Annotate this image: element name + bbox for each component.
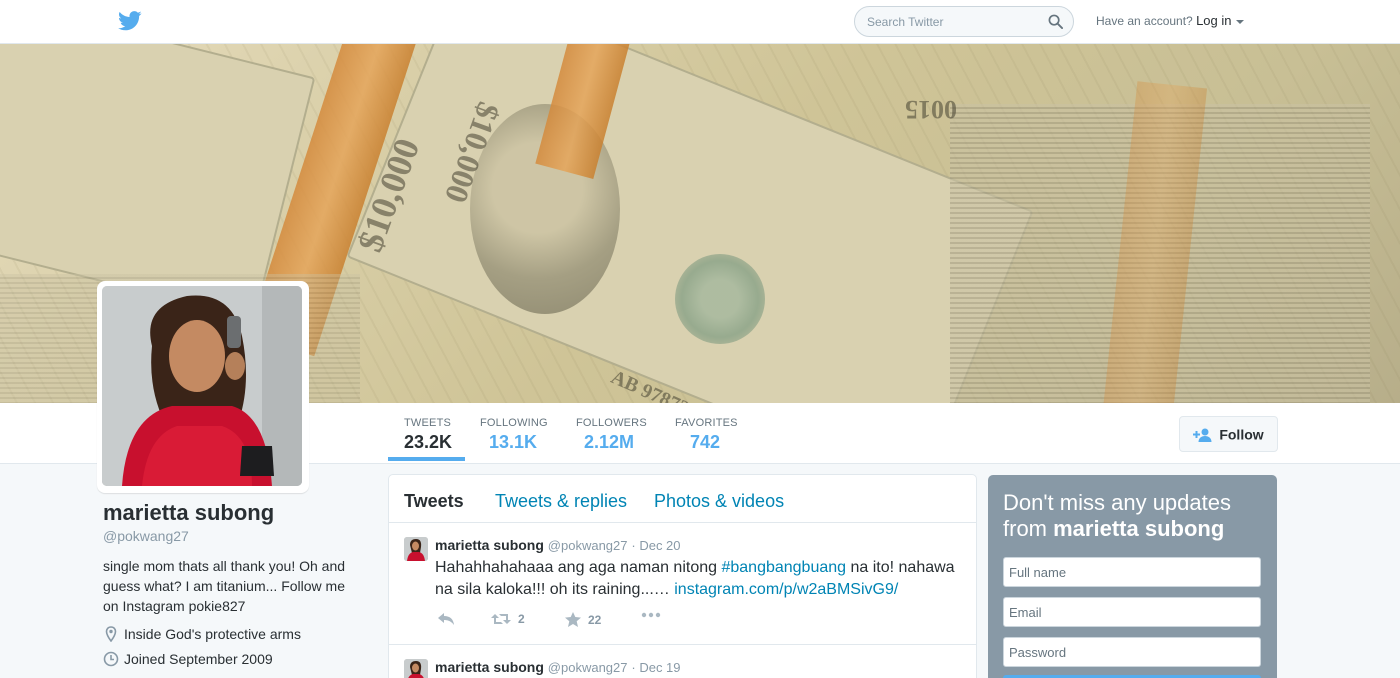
tweet-item[interactable]: marietta subong @pokwang27 · Dec 20 Haha… xyxy=(389,523,976,645)
stat-value: 742 xyxy=(690,432,721,452)
favorite-star-icon xyxy=(565,612,581,627)
tweet-item[interactable]: marietta subong @pokwang27 · Dec 19 xyxy=(389,645,976,678)
stat-value: 13.1K xyxy=(489,432,538,452)
clock-icon xyxy=(103,651,119,667)
more-action[interactable] xyxy=(641,612,668,618)
favorite-action[interactable]: 22 xyxy=(565,612,601,627)
twitter-bird-icon[interactable] xyxy=(118,10,142,32)
tweet-author-name[interactable]: marietta subong xyxy=(435,659,544,675)
stat-label: FOLLOWING xyxy=(480,417,548,429)
search-input[interactable] xyxy=(855,7,1035,36)
retweet-icon xyxy=(491,614,511,624)
tweet-author-handle[interactable]: @pokwang27 xyxy=(548,538,628,553)
profile-location-text: Inside God's protective arms xyxy=(124,626,301,642)
profile-handle[interactable]: @pokwang27 xyxy=(103,528,363,544)
retweet-action[interactable]: 2 xyxy=(491,612,525,626)
profile-name[interactable]: marietta subong xyxy=(103,500,363,526)
profile-card: marietta subong @pokwang27 single mom th… xyxy=(103,500,363,667)
profile-location: Inside God's protective arms xyxy=(103,626,363,642)
tweet-date[interactable]: · Dec 19 xyxy=(631,660,680,675)
search-icon[interactable] xyxy=(1048,14,1063,29)
stat-label: TWEETS xyxy=(404,417,452,429)
follow-button[interactable]: Follow xyxy=(1179,416,1278,452)
profile-avatar[interactable] xyxy=(97,281,309,493)
tweet-date[interactable]: · Dec 20 xyxy=(631,538,680,553)
stat-value: 2.12M xyxy=(584,432,635,452)
tweet-author-handle[interactable]: @pokwang27 xyxy=(548,660,628,675)
tweet-avatar-illustration xyxy=(404,659,428,678)
reply-icon xyxy=(438,613,454,625)
tweet-text-part: Hahahhahahaaa ang aga naman nitong xyxy=(435,559,722,576)
stat-favorites[interactable]: FAVORITES 742 xyxy=(675,417,738,453)
login-link[interactable]: Log in xyxy=(1196,13,1231,28)
banner-denomination-text: 0015 xyxy=(905,95,957,124)
stat-label: FOLLOWERS xyxy=(576,417,647,429)
reply-action[interactable] xyxy=(437,612,462,626)
avatar-illustration xyxy=(102,286,302,486)
tweet-avatar-illustration xyxy=(404,537,428,561)
profile-joined: Joined September 2009 xyxy=(103,651,363,667)
tweet-header: marietta subong @pokwang27 · Dec 19 xyxy=(435,659,681,675)
follow-button-label: Follow xyxy=(1219,426,1264,443)
tweet-header: marietta subong @pokwang27 · Dec 20 xyxy=(435,537,681,553)
active-stat-underline xyxy=(388,457,465,461)
tweet-avatar[interactable] xyxy=(404,659,428,678)
account-prompt: Have an account? xyxy=(1096,14,1193,28)
signup-heading: Don't miss any updates from marietta sub… xyxy=(1003,490,1262,542)
tweet-text: Hahahhahahaaa ang aga naman nitong #bang… xyxy=(435,557,965,601)
tab-tweets-replies[interactable]: Tweets & replies xyxy=(495,491,627,512)
tweet-author-name[interactable]: marietta subong xyxy=(435,537,544,553)
tweet-timeline: Tweets Tweets & replies Photos & videos … xyxy=(388,474,977,678)
password-field[interactable] xyxy=(1003,637,1261,667)
account-login-area: Have an account? Log in xyxy=(1096,13,1244,28)
caret-down-icon[interactable] xyxy=(1235,19,1244,24)
stat-following[interactable]: FOLLOWING 13.1K xyxy=(480,417,548,453)
stat-tweets[interactable]: TWEETS 23.2K xyxy=(404,417,452,453)
profile-bio: single mom thats all thank you! Oh and g… xyxy=(103,558,346,614)
signup-heading-name: marietta subong xyxy=(1053,516,1225,541)
timeline-tabs: Tweets Tweets & replies Photos & videos xyxy=(389,475,976,523)
signup-module: Don't miss any updates from marietta sub… xyxy=(988,475,1277,678)
email-field[interactable] xyxy=(1003,597,1261,627)
location-pin-icon xyxy=(105,626,117,642)
tab-tweets[interactable]: Tweets xyxy=(404,491,464,512)
profile-joined-text: Joined September 2009 xyxy=(124,651,273,667)
tweet-avatar[interactable] xyxy=(404,537,428,561)
follow-user-icon xyxy=(1193,428,1212,442)
more-icon xyxy=(641,612,661,618)
tab-photos-videos[interactable]: Photos & videos xyxy=(654,491,784,512)
search-box xyxy=(854,6,1074,37)
banner-bill-seal xyxy=(675,254,765,344)
stat-value: 23.2K xyxy=(404,432,453,452)
stat-label: FAVORITES xyxy=(675,417,738,429)
tweet-url-link[interactable]: instagram.com/p/w2aBMSivG9/ xyxy=(674,581,898,598)
tweet-hashtag-link[interactable]: #bangbangbuang xyxy=(721,559,846,576)
top-navigation-bar: Have an account? Log in xyxy=(0,0,1400,44)
favorite-count: 22 xyxy=(588,612,602,627)
avatar-photo xyxy=(102,286,302,486)
fullname-field[interactable] xyxy=(1003,557,1261,587)
retweet-count: 2 xyxy=(518,612,525,626)
stat-followers[interactable]: FOLLOWERS 2.12M xyxy=(576,417,647,453)
